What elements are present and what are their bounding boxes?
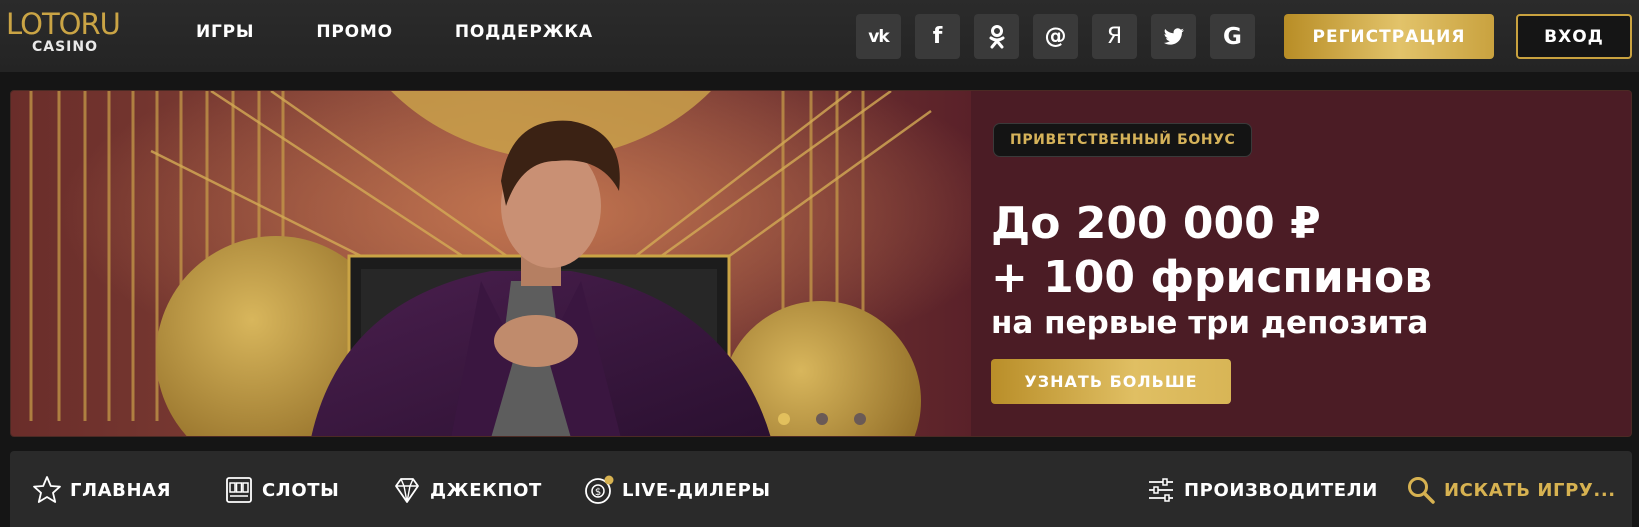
category-home-label: ГЛАВНАЯ — [70, 479, 172, 501]
vk-icon: vk — [868, 26, 889, 47]
freespins-heading: + 100 фриспинов — [991, 252, 1433, 303]
carousel-dots — [778, 413, 866, 425]
category-bar: ГЛАВНАЯ СЛОТЫ ДЖЕКПОТ $ LIVE-ДИЛЕРЫ ПРОИ… — [10, 451, 1632, 527]
nav-games[interactable]: ИГРЫ — [196, 22, 254, 42]
category-slots-label: СЛОТЫ — [262, 479, 340, 501]
social-login-buttons: vk f @ Я G — [856, 14, 1255, 59]
bonus-subtitle: на первые три депозита — [991, 305, 1429, 341]
slot-machine-icon — [224, 475, 254, 505]
search-placeholder: ИСКАТЬ ИГРУ... — [1444, 479, 1616, 501]
logo-wordmark: LOTORU — [6, 7, 121, 41]
social-twitter-button[interactable] — [1151, 14, 1196, 59]
register-button[interactable]: РЕГИСТРАЦИЯ — [1284, 14, 1494, 59]
nav-promo[interactable]: ПРОМО — [316, 22, 393, 42]
social-google-button[interactable]: G — [1210, 14, 1255, 59]
category-providers-label: ПРОИЗВОДИТЕЛИ — [1184, 479, 1378, 501]
mail-icon: @ — [1044, 24, 1067, 49]
yandex-icon: Я — [1106, 24, 1123, 49]
learn-more-button[interactable]: УЗНАТЬ БОЛЬШЕ — [991, 359, 1231, 404]
facebook-icon: f — [932, 24, 943, 49]
bonus-amount-heading: До 200 000 ₽ — [991, 198, 1321, 249]
carousel-dot-1[interactable] — [778, 413, 790, 425]
category-slots[interactable]: СЛОТЫ — [224, 475, 339, 505]
svg-text:$: $ — [595, 487, 601, 498]
page: LOTORU CASINO ИГРЫ ПРОМО ПОДДЕРЖКА vk f … — [0, 0, 1639, 527]
nav-support[interactable]: ПОДДЕРЖКА — [455, 22, 593, 42]
category-home[interactable]: ГЛАВНАЯ — [32, 475, 171, 505]
google-icon: G — [1223, 23, 1242, 50]
category-live-dealers-label: LIVE-ДИЛЕРЫ — [622, 479, 771, 501]
login-button[interactable]: ВХОД — [1516, 14, 1632, 59]
game-search[interactable]: ИСКАТЬ ИГРУ... — [1406, 475, 1616, 505]
odnoklassniki-icon — [988, 24, 1006, 50]
banner-artwork — [11, 91, 971, 436]
category-jackpot[interactable]: ДЖЕКПОТ — [392, 475, 542, 505]
twitter-icon — [1163, 27, 1185, 46]
carousel-dot-2[interactable] — [816, 413, 828, 425]
main-nav: ИГРЫ ПРОМО ПОДДЕРЖКА — [196, 22, 593, 42]
live-chip-icon: $ — [584, 475, 614, 505]
sliders-icon — [1146, 475, 1176, 505]
diamond-icon — [392, 475, 422, 505]
welcome-bonus-badge: ПРИВЕТСТВЕННЫЙ БОНУС — [993, 123, 1253, 157]
star-icon — [32, 475, 62, 505]
social-yandex-button[interactable]: Я — [1092, 14, 1137, 59]
category-live-dealers[interactable]: $ LIVE-ДИЛЕРЫ — [584, 475, 771, 505]
social-vk-button[interactable]: vk — [856, 14, 901, 59]
carousel-dot-3[interactable] — [854, 413, 866, 425]
casino-logo[interactable]: LOTORU CASINO — [6, 8, 136, 60]
promo-banner[interactable]: ПРИВЕТСТВЕННЫЙ БОНУС До 200 000 ₽ + 100 … — [10, 90, 1632, 437]
search-icon — [1406, 475, 1436, 505]
social-odnoklassniki-button[interactable] — [974, 14, 1019, 59]
social-facebook-button[interactable]: f — [915, 14, 960, 59]
promo-content: ПРИВЕТСТВЕННЫЙ БОНУС До 200 000 ₽ + 100 … — [981, 91, 1631, 436]
category-providers[interactable]: ПРОИЗВОДИТЕЛИ — [1146, 475, 1378, 505]
top-header: LOTORU CASINO ИГРЫ ПРОМО ПОДДЕРЖКА vk f … — [0, 0, 1639, 72]
social-mail-button[interactable]: @ — [1033, 14, 1078, 59]
category-jackpot-label: ДЖЕКПОТ — [430, 479, 542, 501]
logo-subtitle: CASINO — [31, 39, 99, 55]
